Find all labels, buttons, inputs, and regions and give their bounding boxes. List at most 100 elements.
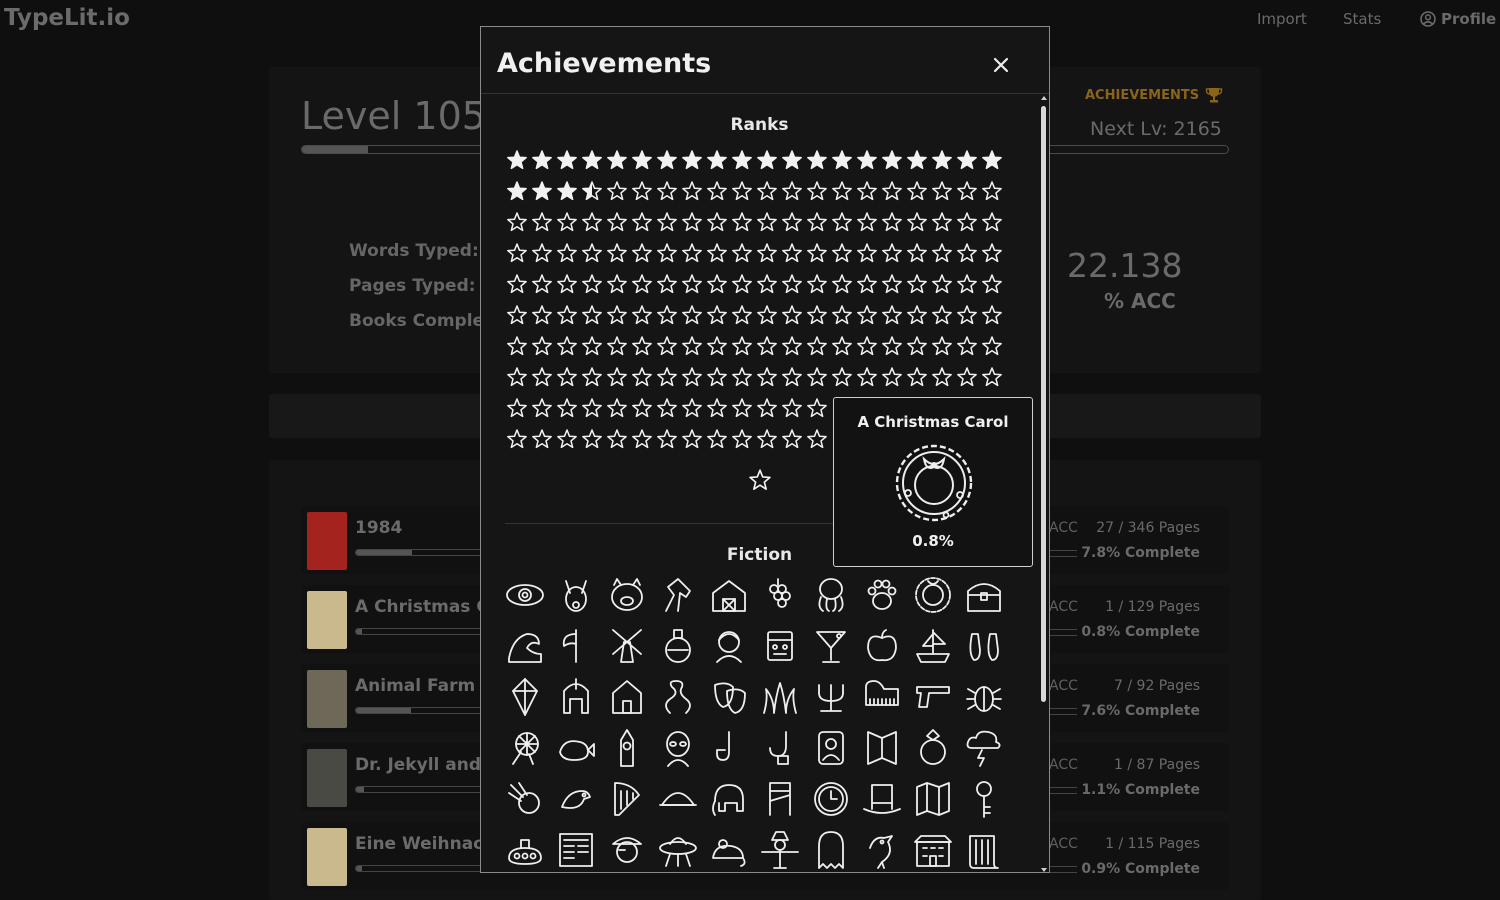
guillotine-icon[interactable] bbox=[758, 777, 802, 821]
house-icon[interactable] bbox=[605, 675, 649, 719]
portrait-icon[interactable] bbox=[809, 726, 853, 770]
apple-icon[interactable] bbox=[860, 624, 904, 668]
elephant-icon[interactable] bbox=[707, 777, 751, 821]
book-progress-bar bbox=[355, 549, 485, 556]
candelabra-icon[interactable] bbox=[809, 675, 853, 719]
eye-icon[interactable] bbox=[503, 573, 547, 617]
book-cover[interactable] bbox=[307, 670, 347, 728]
newspaper-icon[interactable] bbox=[554, 828, 598, 872]
book-title[interactable]: Animal Farm bbox=[355, 676, 475, 696]
book-cover[interactable] bbox=[307, 749, 347, 807]
key-icon[interactable] bbox=[962, 777, 1006, 821]
nav-import-link[interactable]: Import bbox=[1257, 10, 1307, 28]
pages-typed-label: Pages Typed: 4 bbox=[349, 276, 494, 296]
ufo-icon[interactable] bbox=[656, 828, 700, 872]
meteor-icon[interactable] bbox=[503, 777, 547, 821]
dog-icon[interactable] bbox=[554, 573, 598, 617]
masks-icon[interactable] bbox=[707, 675, 751, 719]
book-progress-fill bbox=[356, 550, 413, 555]
snake-icon[interactable] bbox=[656, 675, 700, 719]
nav-stats-link[interactable]: Stats bbox=[1343, 10, 1381, 28]
pipe-icon[interactable] bbox=[707, 726, 751, 770]
book-cover[interactable] bbox=[307, 828, 347, 886]
book-accuracy-bar bbox=[1049, 629, 1077, 636]
book-accuracy-label: ACC bbox=[1049, 836, 1078, 852]
pirate-icon[interactable] bbox=[605, 828, 649, 872]
top-hat-icon[interactable] bbox=[860, 777, 904, 821]
pig-icon[interactable] bbox=[605, 573, 649, 617]
scroll-thumb[interactable] bbox=[1041, 106, 1046, 702]
chest-icon[interactable] bbox=[962, 573, 1006, 617]
mansion-icon[interactable] bbox=[911, 828, 955, 872]
monster-icon[interactable] bbox=[758, 624, 802, 668]
book-accuracy-label: ACC bbox=[1049, 599, 1078, 615]
potion-icon[interactable] bbox=[656, 624, 700, 668]
shoes-icon[interactable] bbox=[962, 624, 1006, 668]
book-pages: 27 / 346 Pages bbox=[1096, 520, 1200, 536]
grass-icon[interactable] bbox=[758, 675, 802, 719]
diary-icon[interactable] bbox=[860, 726, 904, 770]
book-progress-bar bbox=[355, 786, 485, 793]
site-logo[interactable]: TypeLit.io bbox=[4, 5, 130, 31]
big-ben-icon[interactable] bbox=[605, 726, 649, 770]
book-cover[interactable] bbox=[307, 512, 347, 570]
accuracy-value: 22.138 bbox=[1067, 246, 1183, 285]
beetle-icon[interactable] bbox=[962, 675, 1006, 719]
hook-icon[interactable] bbox=[758, 726, 802, 770]
wave-icon[interactable] bbox=[503, 624, 547, 668]
helmet-icon[interactable] bbox=[554, 675, 598, 719]
level-progress-fill bbox=[302, 146, 368, 153]
ring-icon[interactable] bbox=[911, 726, 955, 770]
paw-icon[interactable] bbox=[860, 573, 904, 617]
book-complete: 0.9% Complete bbox=[1081, 861, 1200, 877]
nav-profile-label: Profile bbox=[1441, 10, 1497, 28]
axe-icon[interactable] bbox=[554, 624, 598, 668]
book-title[interactable]: 1984 bbox=[355, 518, 402, 538]
achievements-link[interactable]: ACHIEVEMENTS bbox=[1085, 86, 1223, 104]
book-title[interactable]: A Christmas Ca bbox=[355, 597, 500, 617]
scroll-up-arrow[interactable] bbox=[1041, 96, 1047, 100]
book-accuracy-label: ACC bbox=[1049, 757, 1078, 773]
piano-icon[interactable] bbox=[860, 675, 904, 719]
ghost-icon[interactable] bbox=[809, 828, 853, 872]
harp-icon[interactable] bbox=[605, 777, 649, 821]
book-progress-fill bbox=[356, 629, 362, 634]
grapes-icon[interactable] bbox=[758, 573, 802, 617]
girl-icon[interactable] bbox=[707, 624, 751, 668]
storm-icon[interactable] bbox=[962, 726, 1006, 770]
book-accuracy-bar bbox=[1049, 550, 1077, 557]
scroll-down-arrow[interactable] bbox=[1041, 868, 1047, 872]
book-cover[interactable] bbox=[307, 591, 347, 649]
mouse-icon[interactable] bbox=[707, 828, 751, 872]
map-icon[interactable] bbox=[911, 777, 955, 821]
book-complete: 1.1% Complete bbox=[1081, 782, 1200, 798]
cocktail-icon[interactable] bbox=[809, 624, 853, 668]
level-title: Level 105 bbox=[301, 94, 486, 138]
book-progress-fill bbox=[356, 787, 364, 792]
wreath-icon[interactable] bbox=[911, 573, 955, 617]
spinning-wheel-icon[interactable] bbox=[503, 726, 547, 770]
nav-profile-link[interactable]: Profile bbox=[1420, 10, 1496, 28]
achievement-tooltip: A Christmas Carol 0.8% bbox=[833, 397, 1033, 567]
book-title[interactable]: Eine Weihnach bbox=[355, 834, 495, 854]
book-accuracy-bar bbox=[1049, 866, 1077, 873]
book-pages: 1 / 87 Pages bbox=[1114, 757, 1200, 773]
barn-icon[interactable] bbox=[707, 573, 751, 617]
modal-scrollbar[interactable] bbox=[1038, 94, 1049, 872]
whale-icon[interactable] bbox=[554, 726, 598, 770]
submarine-icon[interactable] bbox=[503, 828, 547, 872]
scarecrow-icon[interactable] bbox=[758, 828, 802, 872]
book-progress-bar bbox=[355, 628, 485, 635]
windmill-icon[interactable] bbox=[605, 624, 649, 668]
alien-icon[interactable] bbox=[656, 726, 700, 770]
bird-icon[interactable] bbox=[554, 777, 598, 821]
ship-icon[interactable] bbox=[911, 624, 955, 668]
detective-hat-icon[interactable] bbox=[656, 777, 700, 821]
scroll-icon[interactable] bbox=[962, 828, 1006, 872]
octopus-icon[interactable] bbox=[809, 573, 853, 617]
clock-icon[interactable] bbox=[809, 777, 853, 821]
horse-icon[interactable] bbox=[656, 573, 700, 617]
gun-icon[interactable] bbox=[911, 675, 955, 719]
raven-icon[interactable] bbox=[860, 828, 904, 872]
crystal-icon[interactable] bbox=[503, 675, 547, 719]
